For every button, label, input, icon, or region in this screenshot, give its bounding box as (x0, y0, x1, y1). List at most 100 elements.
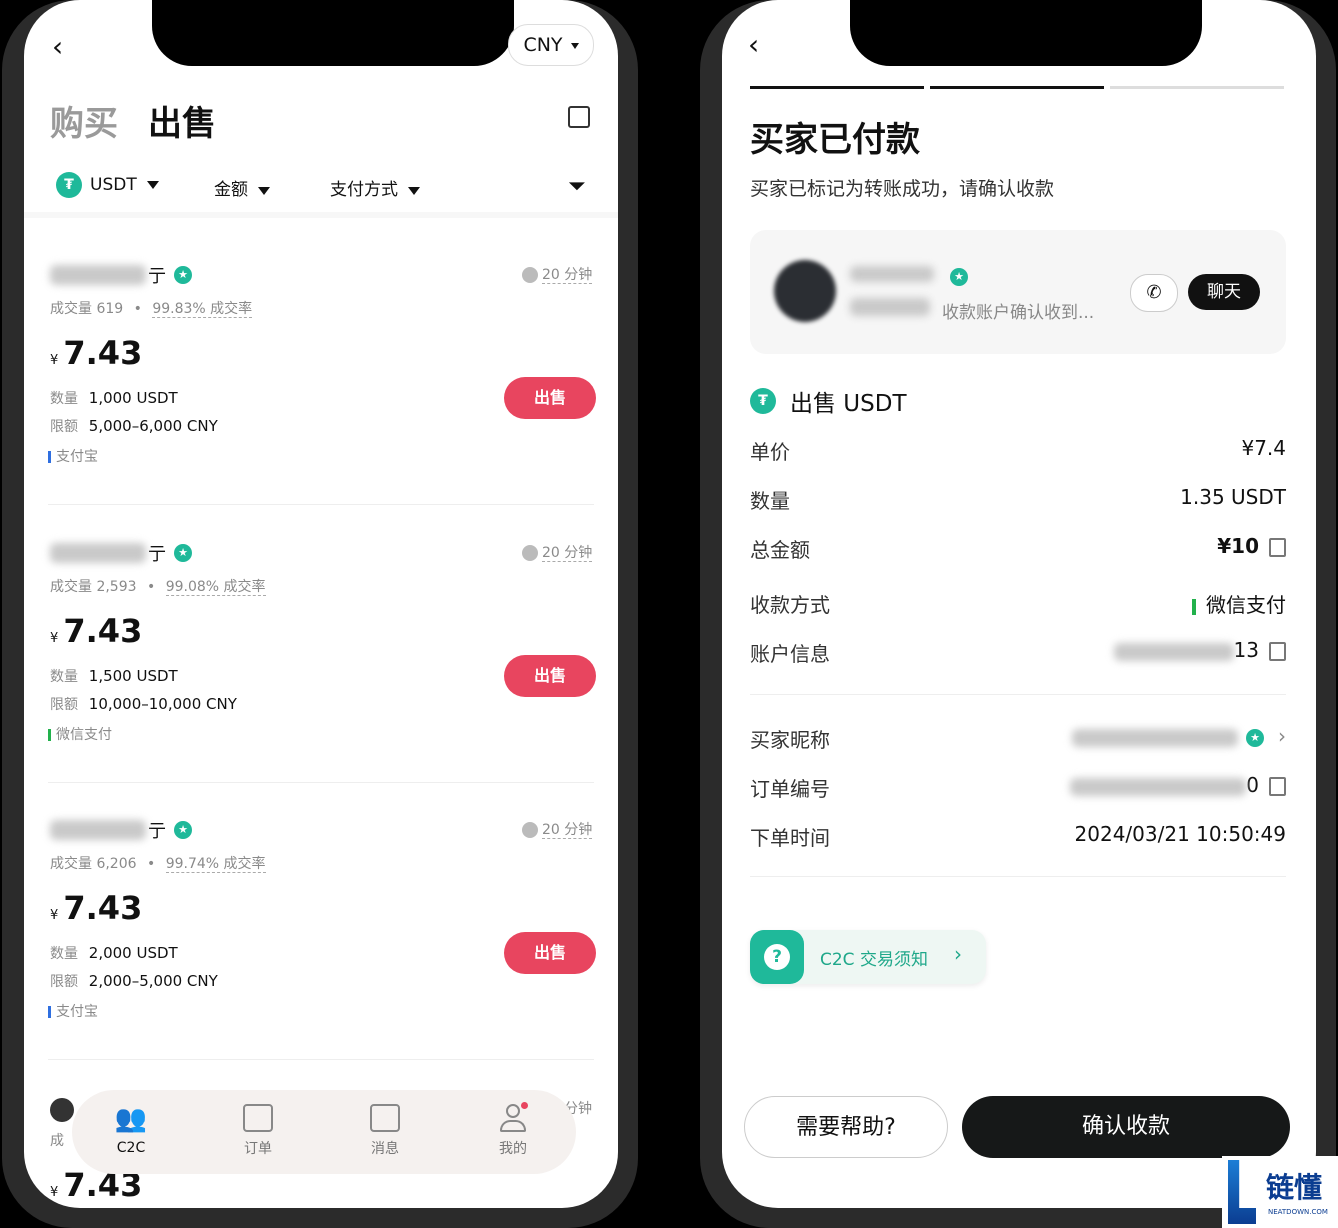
dot-separator: • (146, 856, 156, 872)
nav-label: C2C (116, 1140, 146, 1156)
left-screen: ‹ CNY 购买 出售 ₮ USDT 金额 支付方式 ⏷ 亍 ★ 20 分钟 成… (24, 0, 618, 1208)
chat-button[interactable]: 聊天 (1188, 274, 1260, 310)
tab-sell[interactable]: 出售 (148, 96, 216, 145)
caret-down-icon (408, 186, 420, 195)
caret-down-icon (146, 181, 159, 189)
payment-filter[interactable]: 支付方式 (330, 175, 420, 200)
blurred-text (850, 298, 930, 316)
phone-call-button[interactable]: ✆ (1130, 274, 1178, 312)
tab-buy[interactable]: 购买 (50, 96, 118, 145)
merchant-name[interactable]: 亍 ★ (50, 540, 192, 566)
detail-value-text: 13 (1233, 638, 1259, 662)
detail-value-text: 2024/03/21 10:50:49 (1074, 822, 1286, 846)
limit-row: 限额 5,000–6,000 CNY (50, 416, 218, 436)
price: ¥ 7.43 (50, 612, 142, 650)
payment-mark (48, 729, 51, 741)
merchant-name[interactable]: 亍 ★ (50, 262, 192, 288)
sell-button[interactable]: 出售 (504, 377, 596, 419)
price: ¥ 7.43 (50, 889, 142, 927)
copy-icon[interactable] (1269, 538, 1286, 557)
detail-label: 总金额 (750, 538, 810, 562)
nav-label: 订单 (244, 1141, 272, 1157)
detail-label: 下单时间 (750, 826, 830, 850)
copy-icon[interactable] (1269, 777, 1286, 796)
merchant-stats: 成交量 619 • 99.83% 成交率 (50, 298, 253, 318)
phone-icon: ✆ (1146, 282, 1162, 303)
merchant-name-suffix: 亍 (148, 266, 166, 287)
users-icon: 👥 (114, 1104, 148, 1134)
avatar (50, 1098, 74, 1122)
time-text: 20 分钟 (542, 822, 593, 839)
payment-mark (1192, 598, 1196, 615)
limit-label: 限额 (50, 974, 78, 990)
detail-label: 数量 (750, 489, 790, 513)
funnel-icon[interactable]: ⏷ (568, 174, 586, 199)
back-chevron-icon[interactable]: ‹ (52, 30, 63, 63)
blurred-name (50, 543, 146, 563)
section-header: ₮ 出售 USDT (750, 384, 907, 418)
detail-value: 1.35 USDT (1180, 485, 1286, 509)
detail-value: ¥7.4 (1241, 436, 1286, 460)
limit-value: 10,000–10,000 CNY (88, 695, 237, 713)
time-text: 20 分钟 (542, 545, 593, 562)
payment-mark (48, 451, 51, 463)
currency-symbol: ¥ (50, 1185, 59, 1200)
watermark-text: 链懂 (1266, 1171, 1323, 1204)
merchant-stats: 成交量 6,206 • 99.74% 成交率 (50, 853, 266, 873)
blurred-account (1113, 642, 1234, 661)
detail-value: 13 (1113, 638, 1286, 662)
coin-filter[interactable]: ₮ USDT (56, 172, 159, 198)
blurred-name (50, 265, 146, 285)
limit-value: 5,000–6,000 CNY (88, 417, 218, 435)
payment-time: 20 分钟 (522, 542, 593, 562)
trade-notice-label: C2C 交易须知 (820, 950, 928, 970)
chevron-right-icon: › (954, 942, 962, 966)
price-value: 7.43 (63, 889, 143, 927)
help-badge: ? (750, 930, 804, 984)
time-text: 20 分钟 (542, 267, 593, 284)
confirm-receipt-button[interactable]: 确认收款 (962, 1096, 1290, 1158)
help-button[interactable]: 需要帮助? (744, 1096, 948, 1158)
profile-icon (500, 1102, 528, 1132)
detail-label: 单价 (750, 440, 790, 464)
quantity-row: 数量 2,000 USDT (50, 943, 178, 963)
detail-label: 订单编号 (750, 777, 830, 801)
nav-profile[interactable]: 我的 (478, 1102, 548, 1158)
left-phone: ‹ CNY 购买 出售 ₮ USDT 金额 支付方式 ⏷ 亍 ★ 20 分钟 成… (2, 0, 638, 1228)
bottom-nav: 👥 C2C 订单 消息 我的 (72, 1090, 576, 1174)
copy-icon[interactable] (1269, 642, 1286, 661)
verified-badge-icon: ★ (1246, 728, 1264, 747)
payment-method: 支付宝 (48, 1001, 98, 1021)
nav-messages[interactable]: 消息 (350, 1104, 420, 1158)
notch (850, 0, 1202, 66)
merchant-name-suffix: 亍 (148, 544, 166, 565)
sell-button[interactable]: 出售 (504, 655, 596, 697)
detail-value-text: 0 (1246, 773, 1259, 797)
trade-notice-link[interactable]: ? C2C 交易须知 › (750, 930, 986, 984)
currency-selector[interactable]: CNY (508, 24, 594, 66)
payment-label: 支付宝 (56, 1004, 98, 1020)
currency-symbol: ¥ (50, 631, 59, 646)
progress-step-1 (750, 86, 924, 89)
message-icon (370, 1104, 400, 1132)
back-chevron-icon[interactable]: ‹ (748, 28, 759, 61)
dot-separator: • (133, 301, 142, 317)
chevron-right-icon[interactable]: › (1278, 724, 1286, 748)
book-icon[interactable] (568, 106, 590, 128)
divider (750, 876, 1286, 877)
merchant-name[interactable]: 亍 ★ (50, 817, 192, 843)
limit-label: 限额 (50, 419, 78, 435)
clock-icon (522, 822, 538, 838)
nav-c2c[interactable]: 👥 C2C (96, 1104, 166, 1156)
tether-icon: ₮ (56, 172, 82, 198)
nav-label: 消息 (371, 1141, 399, 1157)
sell-button[interactable]: 出售 (504, 932, 596, 974)
amount-filter[interactable]: 金额 (214, 175, 270, 200)
detail-label: 买家昵称 (750, 728, 830, 752)
verified-badge-icon: ★ (174, 266, 192, 284)
currency-label: CNY (523, 34, 563, 56)
payment-filter-label: 支付方式 (330, 180, 398, 200)
merchant-stats: 成交量 2,593 • 99.08% 成交率 (50, 576, 266, 596)
nav-orders[interactable]: 订单 (223, 1104, 293, 1158)
blurred-name (850, 266, 934, 282)
